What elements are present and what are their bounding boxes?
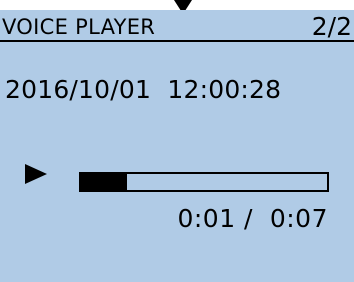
playback-progress-fill [81, 174, 128, 190]
recording-datetime: 2016/10/01 12:00:28 [5, 75, 282, 104]
page-indicator: 2/2 [311, 12, 352, 41]
title-bar: VOICE PLAYER 2/2 [0, 10, 354, 42]
playback-progress-bar [79, 172, 329, 192]
screen-title: VOICE PLAYER [2, 15, 156, 39]
playback-time: 0:01 / 0:07 [177, 204, 328, 233]
voice-player-screen: VOICE PLAYER 2/2 2016/10/01 12:00:28 0:0… [0, 0, 354, 282]
play-icon [25, 164, 47, 184]
lcd-display: VOICE PLAYER 2/2 2016/10/01 12:00:28 0:0… [0, 10, 354, 282]
